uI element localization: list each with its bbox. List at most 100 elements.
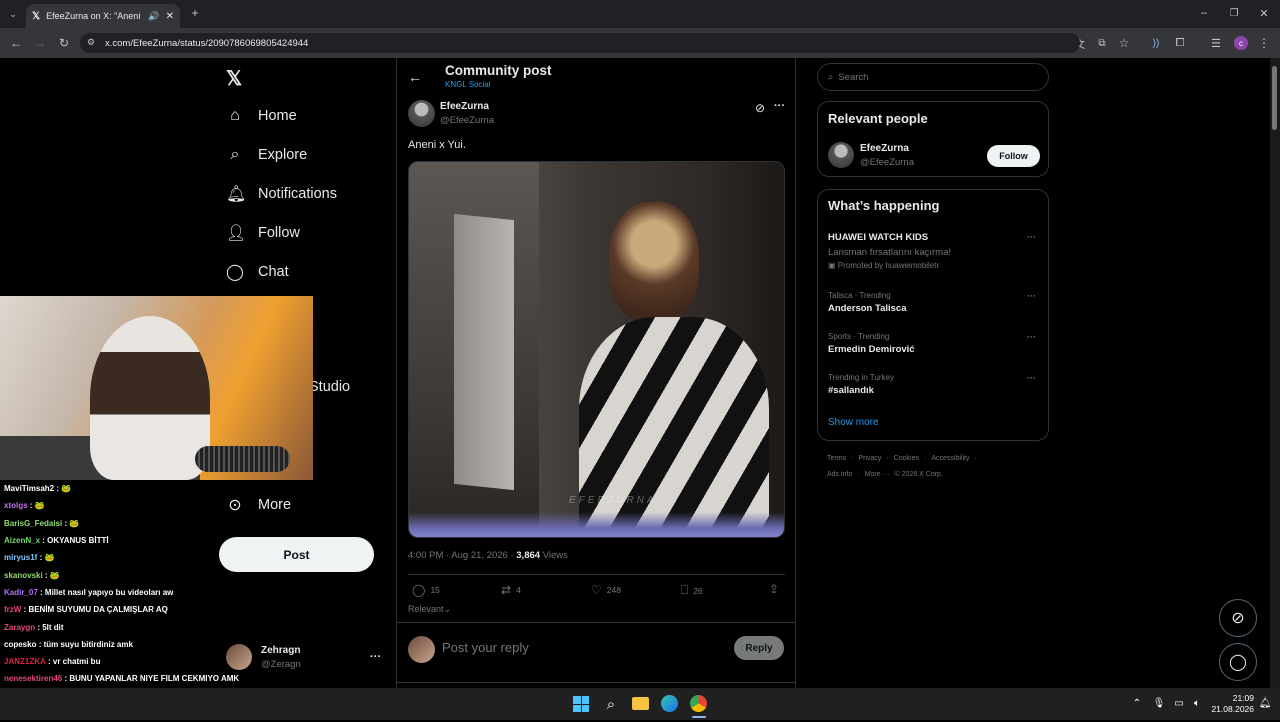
bookmark-star-icon[interactable]: ☆	[1116, 35, 1132, 51]
chat-username[interactable]: nenesektiren46	[4, 674, 62, 683]
chrome-icon[interactable]	[690, 695, 707, 712]
network-icon[interactable]: ▭	[1172, 696, 1186, 710]
chat-username[interactable]: xtolgs	[4, 501, 28, 510]
repost-action[interactable]: ⇄ 4	[501, 583, 521, 597]
chat-username[interactable]: BarisG_Fedaisi	[4, 519, 62, 528]
tab-search-icon[interactable]: ⌄	[6, 7, 20, 21]
speaker-icon[interactable]: 🔊	[148, 11, 159, 22]
tray-chevron-icon[interactable]: ⌃	[1130, 696, 1144, 710]
chat-username[interactable]: miryus1f	[4, 553, 37, 562]
post-image[interactable]: EFEEZURNA	[408, 161, 785, 538]
trend-more-icon[interactable]: ···	[1027, 291, 1036, 301]
tab-close-icon[interactable]: ✕	[166, 11, 174, 22]
post-menu-icon[interactable]: ···	[774, 100, 785, 112]
trend-more-icon[interactable]: ···	[1027, 332, 1036, 342]
search-input[interactable]: ⌕ Search	[817, 63, 1049, 91]
show-more-link[interactable]: Show more	[828, 417, 879, 428]
file-explorer-icon[interactable]	[632, 697, 649, 710]
promo-more-icon[interactable]: ···	[1027, 232, 1036, 242]
chat-username[interactable]: MaviTimsah2	[4, 484, 54, 493]
chat-text: BENİM SUYUMU DA ÇALMIŞLAR AQ	[28, 605, 168, 615]
menu-dots-icon[interactable]: ⋮	[1256, 35, 1272, 51]
reload-icon[interactable]: ↻	[56, 35, 72, 51]
grok-icon[interactable]: ⊘	[755, 101, 765, 115]
reply-action[interactable]: ◯ 15	[412, 583, 440, 597]
back-arrow-icon[interactable]: ←	[408, 69, 422, 85]
reply-sort-dropdown[interactable]: Relevant⌄	[408, 604, 451, 615]
messages-fab-icon[interactable]: ◯	[1219, 643, 1257, 681]
home-icon: ⌂	[230, 107, 240, 124]
footer-link[interactable]: Ads info	[827, 471, 852, 478]
reply-button[interactable]: Reply	[734, 636, 784, 660]
chat-username[interactable]: JANZ1ZKA	[4, 657, 46, 666]
like-action[interactable]: ♡ 248	[591, 583, 621, 597]
restore-icon[interactable]: ❐	[1226, 6, 1242, 20]
window-close-icon[interactable]: ✕	[1256, 6, 1272, 20]
notification-bell-icon[interactable]: 🔔︎	[1258, 696, 1272, 710]
chat-username[interactable]: copesko	[4, 640, 36, 649]
trend-item[interactable]: Talisca · Trending Anderson Talisca	[828, 291, 907, 314]
nav-follow[interactable]: 👤︎ Follow	[226, 219, 300, 247]
account-menu-icon[interactable]: ···	[370, 651, 381, 663]
chat-username[interactable]: skanovski	[4, 571, 43, 580]
chat-username[interactable]: Zaraygn	[4, 623, 35, 632]
chat-username[interactable]: frzW	[4, 605, 21, 614]
nav-studio-partial[interactable]: Studio	[313, 379, 353, 399]
address-bar[interactable]: ⚙ x.com/EfeeZurna/status/209078606980542…	[80, 33, 1080, 53]
promo-item[interactable]: HUAWEI WATCH KIDS Lansman fırsatlarını k…	[828, 232, 1043, 270]
extension-wave-icon[interactable]: ))	[1148, 35, 1164, 51]
clock[interactable]: 21:09 21.08.2026	[1210, 693, 1254, 715]
browser-tab[interactable]: 𝕏 EfeeZurna on X: "Aneni x Yu 🔊 ✕	[26, 4, 180, 28]
footer-link[interactable]: Accessibility	[931, 455, 969, 462]
extensions-puzzle-icon[interactable]: ⧠	[1172, 35, 1188, 51]
reply-input[interactable]: Post your reply	[442, 640, 529, 655]
author-avatar[interactable]	[408, 100, 435, 127]
clock-date: 21.08.2026	[1211, 704, 1254, 714]
trend-item[interactable]: Trending in Turkey #sallandık	[828, 373, 894, 396]
author-name[interactable]: EfeeZurna	[440, 101, 489, 112]
person-name[interactable]: EfeeZurna	[860, 143, 909, 154]
site-info-icon[interactable]: ⚙	[87, 37, 95, 48]
person-avatar[interactable]	[828, 142, 854, 168]
chat-separator: :	[21, 605, 29, 615]
install-icon[interactable]: ⧉	[1094, 35, 1110, 51]
chat-separator: :	[37, 587, 45, 597]
promo-desc: Lansman fırsatlarını kaçırma!	[828, 247, 952, 258]
windows-start-icon[interactable]	[573, 696, 589, 712]
search-icon: ⌕	[828, 71, 834, 83]
follow-button[interactable]: Follow	[987, 145, 1040, 167]
nav-explore[interactable]: ⌕ Explore	[226, 141, 308, 169]
footer-link[interactable]: Privacy	[858, 455, 881, 462]
volume-icon[interactable]: 🔈︎	[1190, 696, 1204, 710]
community-link[interactable]: KNGL Social	[445, 80, 491, 89]
grok-fab-icon[interactable]: ⊘	[1219, 599, 1257, 637]
reading-list-icon[interactable]: ☰	[1208, 35, 1224, 51]
reply-icon: ◯	[412, 583, 426, 597]
minimize-icon[interactable]: –	[1196, 6, 1212, 20]
profile-avatar[interactable]: c	[1234, 36, 1248, 50]
nav-chat[interactable]: ◯ Chat	[226, 258, 289, 286]
footer-link[interactable]: Terms	[827, 455, 846, 462]
webcam-overlay	[0, 296, 313, 480]
chat-username[interactable]: AizenN_x	[4, 536, 40, 545]
edge-icon[interactable]	[661, 695, 678, 712]
new-tab-icon[interactable]: +	[188, 6, 202, 20]
x-logo-icon[interactable]: 𝕏	[226, 66, 242, 91]
trend-item[interactable]: Sports · Trending Ermedin Demirović	[828, 332, 915, 355]
taskbar-search-icon[interactable]: ⌕	[602, 695, 620, 713]
trend-more-icon[interactable]: ···	[1027, 373, 1036, 383]
scrollbar-thumb[interactable]	[1272, 66, 1277, 130]
footer-link[interactable]: More ···	[865, 471, 890, 478]
chat-username[interactable]: Kadir_07	[4, 588, 38, 597]
footer-link[interactable]: Cookies	[894, 455, 919, 462]
scrollbar[interactable]	[1270, 58, 1280, 688]
author-handle[interactable]: @EfeeZurna	[440, 115, 494, 126]
nav-home[interactable]: ⌂ Home	[226, 102, 297, 130]
bookmark-action[interactable]: ⎕ 26	[681, 583, 703, 598]
nav-notifications[interactable]: 🔔︎ Notifications	[226, 180, 337, 208]
person-handle[interactable]: @EfeeZurna	[860, 157, 914, 168]
forward-icon[interactable]: →	[32, 35, 48, 51]
back-icon[interactable]: ←	[8, 35, 24, 51]
microphone-icon[interactable]: 🎙︎	[1152, 696, 1166, 710]
share-icon[interactable]: ⇪	[769, 582, 779, 596]
